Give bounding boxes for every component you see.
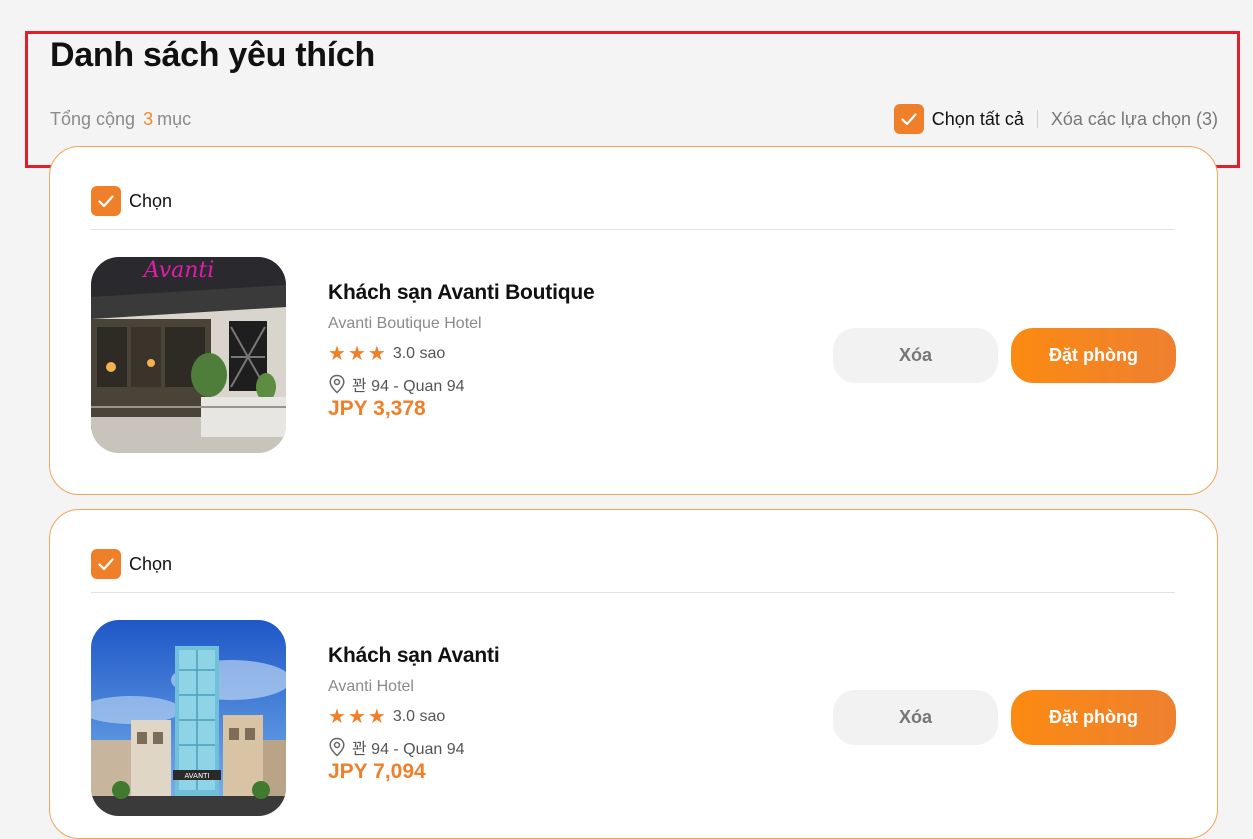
- map-pin-icon: [329, 374, 345, 394]
- card-select-label: Chọn: [129, 553, 173, 574]
- star-icon: ★: [347, 706, 366, 728]
- hotel-name[interactable]: Khách sạn Avanti Boutique: [328, 281, 595, 305]
- svg-text:AVANTI: AVANTI: [184, 772, 209, 780]
- check-icon: [893, 104, 924, 134]
- selection-toolbar: Chọn tất cả Xóa các lựa chọn (3): [893, 103, 1218, 135]
- rating-text: 3.0 sao: [392, 345, 446, 362]
- hotel-rating: ★ ★ ★ 3.0 sao: [328, 343, 594, 365]
- wishlist-card: Chọn AVANTI Khách sạn Avanti Avanti Hote…: [49, 509, 1218, 839]
- select-all-checkbox[interactable]: Chọn tất cả: [893, 104, 1024, 134]
- hotel-location: 꽌 94 - Quan 94: [328, 373, 594, 395]
- card-select-checkbox[interactable]: Chọn: [91, 186, 172, 216]
- hotel-image[interactable]: AVANTI: [91, 620, 286, 816]
- map-pin-icon: [329, 737, 345, 757]
- hotel-subname: Avanti Boutique Hotel: [328, 315, 482, 332]
- book-room-button[interactable]: Đặt phòng: [1011, 690, 1176, 745]
- star-icon: ★: [328, 343, 346, 365]
- wishlist-card: Chọn Avanti Khách sạn Avanti Boutique Av…: [49, 146, 1218, 495]
- hotel-name[interactable]: Khách sạn Avanti: [328, 644, 500, 668]
- summary-count: 3: [143, 109, 154, 129]
- hotel-price: JPY 7,094: [328, 760, 426, 783]
- item-summary: Tổng cộng 3 mục: [50, 109, 191, 130]
- card-divider: [91, 229, 1175, 230]
- card-divider: [91, 592, 1175, 593]
- star-icon: ★: [367, 343, 386, 365]
- star-icon: ★: [367, 706, 386, 728]
- delete-button[interactable]: Xóa: [833, 328, 998, 383]
- summary-prefix: Tổng cộng: [50, 109, 136, 129]
- card-select-label: Chọn: [129, 190, 173, 211]
- hotel-location: 꽌 94 - Quan 94: [328, 736, 499, 758]
- toolbar-divider: [1036, 110, 1038, 128]
- hotel-info: Khách sạn Avanti Avanti Hotel ★ ★ ★ 3.0 …: [328, 644, 500, 784]
- hotel-info: Khách sạn Avanti Boutique Avanti Boutiqu…: [328, 281, 595, 421]
- hotel-image[interactable]: Avanti: [91, 257, 286, 453]
- star-icon: ★: [328, 706, 346, 728]
- location-text: 꽌 94 - Quan 94: [352, 378, 465, 395]
- summary-suffix: mục: [157, 109, 192, 129]
- card-select-checkbox[interactable]: Chọn: [91, 549, 172, 579]
- delete-button[interactable]: Xóa: [833, 690, 998, 745]
- location-text: 꽌 94 - Quan 94: [352, 741, 465, 758]
- check-icon: [91, 186, 121, 216]
- check-icon: [91, 549, 121, 579]
- page-title: Danh sách yêu thích: [50, 36, 375, 74]
- select-all-label: Chọn tất cả: [931, 108, 1024, 129]
- rating-text: 3.0 sao: [392, 708, 446, 725]
- book-room-button[interactable]: Đặt phòng: [1011, 328, 1176, 383]
- hotel-subname: Avanti Hotel: [328, 678, 414, 695]
- svg-text:Avanti: Avanti: [142, 258, 215, 283]
- star-icon: ★: [347, 343, 366, 365]
- hotel-price: JPY 3,378: [328, 397, 426, 420]
- clear-selection-link[interactable]: Xóa các lựa chọn (3): [1051, 109, 1218, 130]
- hotel-rating: ★ ★ ★ 3.0 sao: [328, 706, 499, 728]
